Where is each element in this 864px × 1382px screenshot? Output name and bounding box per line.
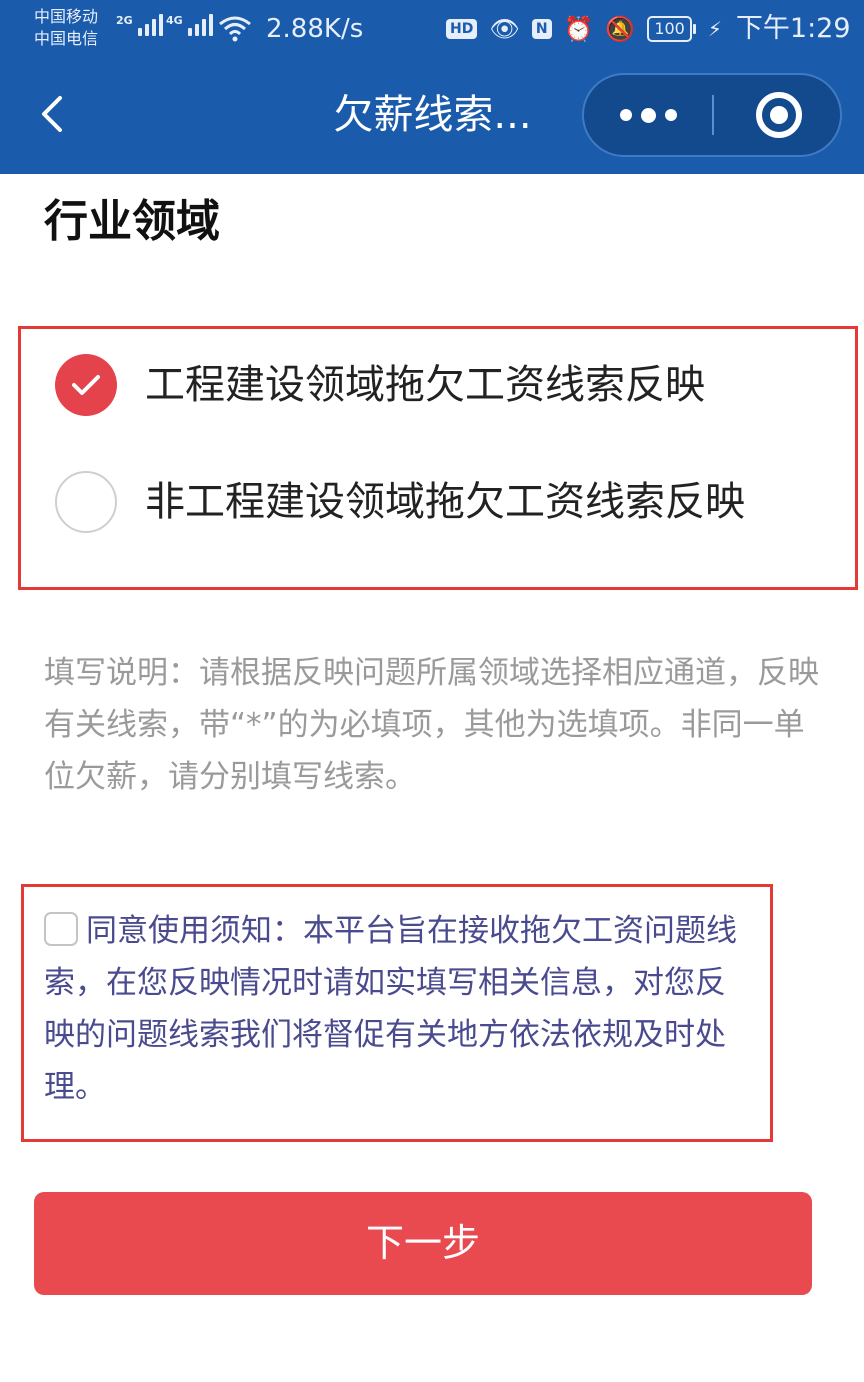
network-speed: 2.88K/s: [266, 14, 364, 44]
battery-level: 100: [647, 16, 692, 42]
hd-icon: HD: [446, 19, 478, 39]
agreement-block: 同意使用须知：本平台旨在接收拖欠工资问题线索，在您反映情况时请如实填写相关信息，…: [44, 905, 754, 1113]
capsule-divider: [712, 95, 714, 135]
agreement-text: 同意使用须知：本平台旨在接收拖欠工资问题线索，在您反映情况时请如实填写相关信息，…: [44, 913, 737, 1105]
checkmark-icon: [72, 375, 100, 395]
charging-icon: ⚡: [707, 17, 722, 41]
option-label: 工程建设领域拖欠工资线索反映: [145, 362, 705, 408]
signal-2g-icon: 2G: [116, 14, 163, 36]
chevron-left-icon[interactable]: [30, 90, 78, 138]
carrier-1: 中国移动: [34, 7, 99, 26]
option-non-construction[interactable]: 非工程建设领域拖欠工资线索反映: [55, 462, 835, 542]
signal-2g-tag: 2G: [116, 14, 133, 27]
radio-unchecked-icon[interactable]: [55, 471, 117, 533]
mini-program-capsule: [582, 73, 842, 157]
signal-4g-tag: 4G: [166, 14, 183, 27]
instructions-text: 填写说明：请根据反映问题所属领域选择相应通道，反映有关线索，带“*”的为必填项，…: [44, 655, 819, 795]
agreement-checkbox[interactable]: [44, 912, 78, 946]
section-title: 行业领域: [44, 196, 220, 247]
mute-icon: 🔕: [605, 15, 636, 43]
status-bar: 中国移动 中国电信 2G 4G 2.88K/s HD 👁 N ⏰ 🔕 100 ⚡…: [0, 0, 864, 60]
nav-bar: 欠薪线索...: [0, 60, 864, 174]
nfc-icon: N: [531, 19, 552, 39]
option-construction[interactable]: 工程建设领域拖欠工资线索反映: [55, 345, 835, 425]
page-title: 欠薪线索...: [333, 92, 532, 138]
status-icons: HD 👁 N ⏰ 🔕 100 ⚡ 下午1:29: [446, 12, 851, 46]
clock: 下午1:29: [735, 13, 851, 44]
carrier-2: 中国电信: [34, 29, 99, 48]
next-step-button[interactable]: 下一步: [34, 1192, 812, 1295]
radio-checked-icon[interactable]: [55, 354, 117, 416]
more-dots-icon[interactable]: [584, 75, 712, 155]
eye-icon: 👁: [489, 15, 520, 43]
carrier-info: 中国移动 中国电信: [34, 6, 98, 50]
alarm-icon: ⏰: [563, 15, 594, 43]
wifi-icon: [219, 16, 251, 42]
signal-4g-icon: 4G: [166, 14, 213, 36]
battery-icon: 100: [647, 16, 696, 42]
option-group: 工程建设领域拖欠工资线索反映 非工程建设领域拖欠工资线索反映: [18, 326, 858, 590]
option-label: 非工程建设领域拖欠工资线索反映: [145, 479, 745, 525]
top-bar: 中国移动 中国电信 2G 4G 2.88K/s HD 👁 N ⏰ 🔕 100 ⚡…: [0, 0, 864, 174]
agreement-box: 同意使用须知：本平台旨在接收拖欠工资问题线索，在您反映情况时请如实填写相关信息，…: [21, 884, 773, 1142]
target-close-icon[interactable]: [756, 92, 802, 138]
